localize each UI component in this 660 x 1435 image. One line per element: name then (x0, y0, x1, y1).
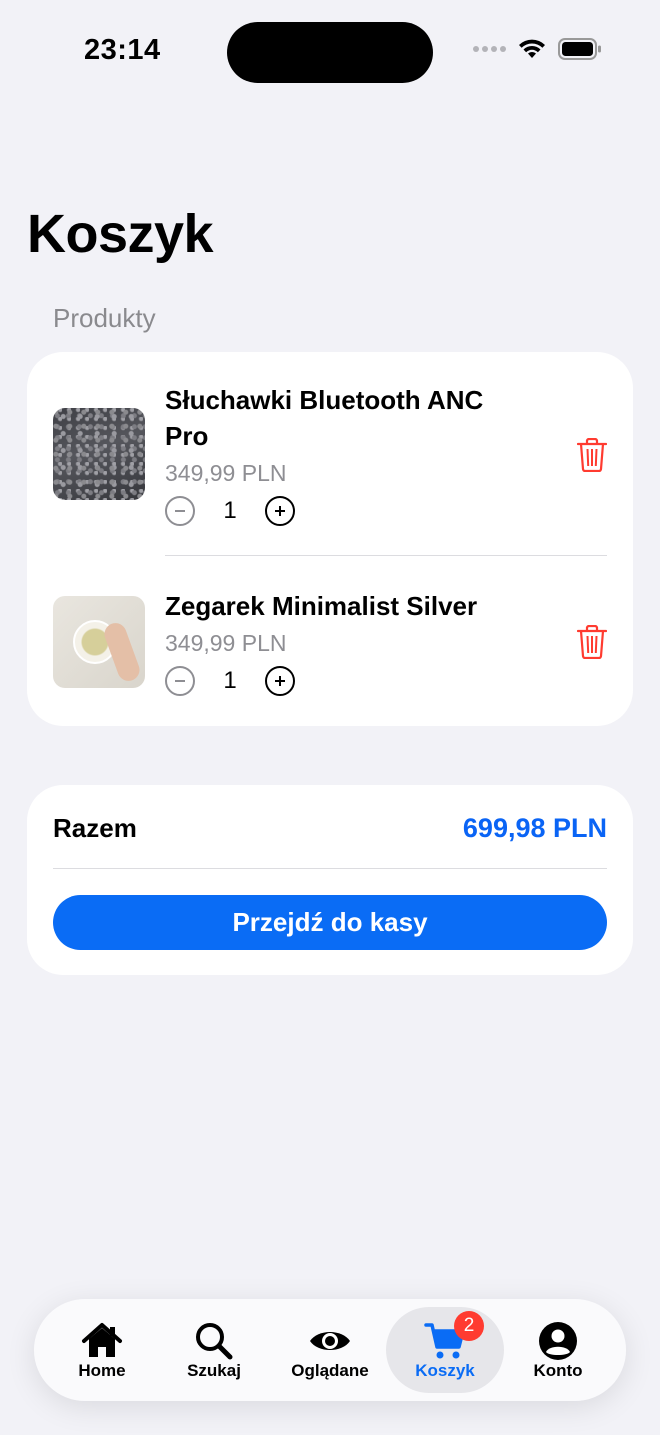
status-time: 23:14 (84, 34, 161, 66)
cellular-signal-icon (473, 46, 506, 52)
quantity-value: 1 (223, 667, 237, 694)
quantity-value: 1 (223, 497, 237, 524)
quantity-stepper: 1 (165, 496, 295, 526)
minus-icon (175, 680, 185, 682)
summary-divider (53, 868, 607, 869)
section-label-products: Produkty (53, 303, 156, 333)
tab-search[interactable]: Szukaj (155, 1307, 273, 1393)
plus-icon (275, 506, 285, 516)
status-indicators (473, 38, 602, 60)
decrease-quantity-button[interactable] (165, 496, 195, 526)
minus-icon (175, 510, 185, 512)
total-label: Razem (53, 813, 137, 843)
tab-label: Koszyk (415, 1361, 475, 1380)
product-name[interactable]: Słuchawki Bluetooth ANC Pro (165, 382, 525, 454)
page-title: Koszyk (27, 204, 214, 264)
person-circle-icon (539, 1322, 577, 1360)
trash-icon[interactable] (577, 625, 607, 659)
total-amount: 699,98 PLN (462, 813, 607, 843)
wifi-icon (519, 39, 545, 58)
tab-label: Konto (533, 1361, 583, 1380)
summary-card: Razem 699,98 PLN Przejdź do kasy (27, 785, 633, 975)
product-name[interactable]: Zegarek Minimalist Silver (165, 588, 525, 624)
product-price: 349,99 PLN (165, 630, 287, 656)
decrease-quantity-button[interactable] (165, 666, 195, 696)
product-thumbnail[interactable] (53, 596, 145, 688)
checkout-button[interactable]: Przejdź do kasy (53, 895, 607, 950)
magnifier-icon (196, 1323, 233, 1360)
dynamic-island (227, 22, 433, 83)
product-thumbnail[interactable] (53, 408, 145, 500)
tab-home[interactable]: Home (43, 1307, 161, 1393)
tab-watched[interactable]: Oglądane (271, 1307, 389, 1393)
tab-label: Szukaj (187, 1361, 241, 1380)
eye-icon (310, 1332, 350, 1350)
cart-items-card: Słuchawki Bluetooth ANC Pro 349,99 PLN 1 (27, 352, 633, 726)
tab-label: Home (78, 1361, 126, 1380)
cart-item: Słuchawki Bluetooth ANC Pro 349,99 PLN 1 (27, 352, 633, 555)
cart-item: Zegarek Minimalist Silver 349,99 PLN 1 (27, 556, 633, 726)
battery-icon (558, 38, 601, 60)
increase-quantity-button[interactable] (265, 666, 295, 696)
cart-count-badge: 2 (454, 1311, 484, 1341)
trash-icon[interactable] (577, 438, 607, 472)
plus-icon (275, 676, 285, 686)
cart-screen: 23:14 Koszyk Produkty Słuchawki Bluetoot… (0, 0, 660, 1435)
tab-bar: Home Szukaj Oglądane 2 Koszyk Konto (34, 1299, 626, 1401)
product-price: 349,99 PLN (165, 460, 287, 486)
quantity-stepper: 1 (165, 666, 295, 696)
tab-account[interactable]: Konto (499, 1307, 617, 1393)
house-icon (82, 1323, 122, 1357)
increase-quantity-button[interactable] (265, 496, 295, 526)
tab-label: Oglądane (291, 1361, 369, 1380)
tab-cart[interactable]: 2 Koszyk (386, 1307, 504, 1393)
